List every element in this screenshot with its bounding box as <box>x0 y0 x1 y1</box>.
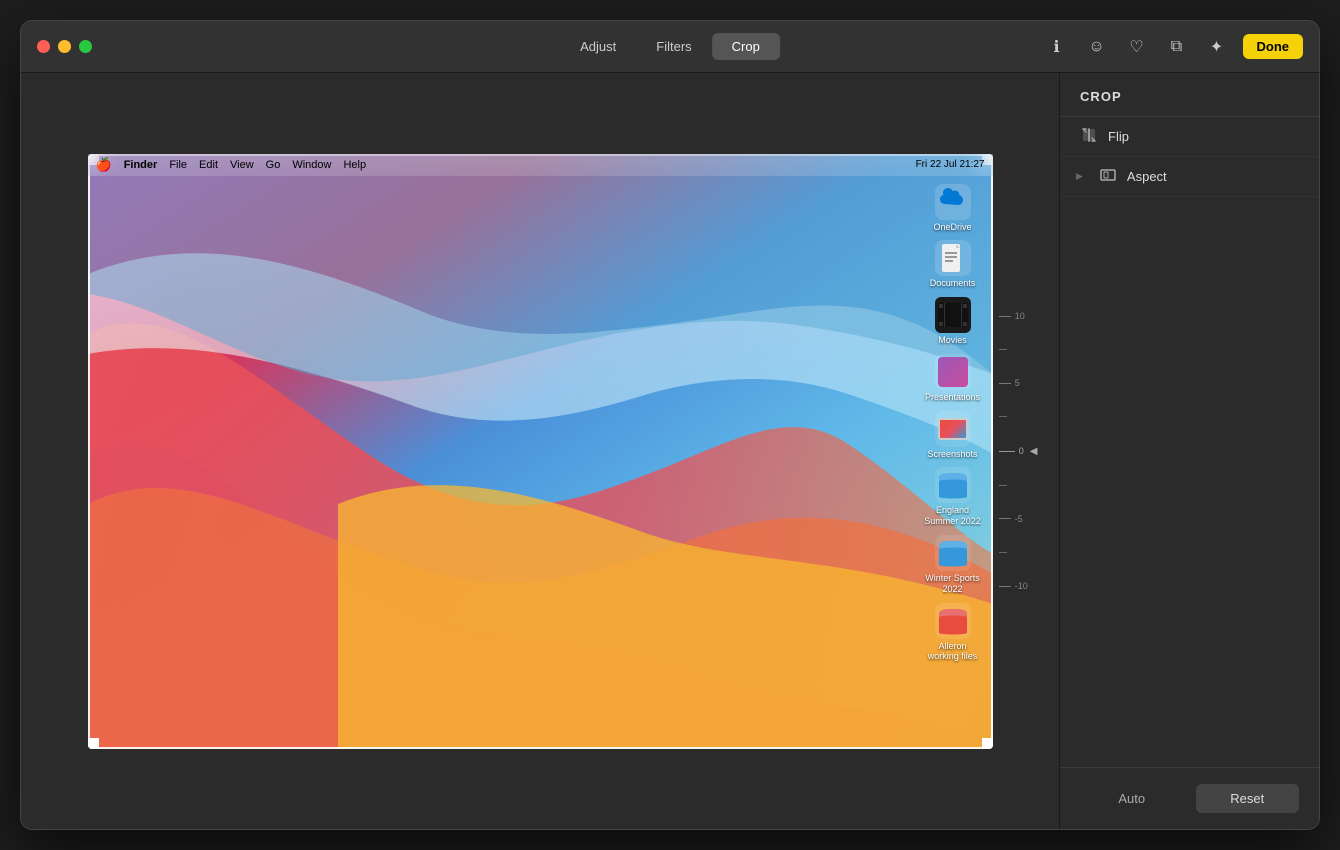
apple-logo: 🍎 <box>96 157 112 173</box>
menu-help: Help <box>343 159 366 171</box>
desktop-screenshot: 🍎 Finder File Edit View Go Window Help F… <box>88 154 993 749</box>
icon-label-winter: Winter Sports 2022 <box>923 573 983 595</box>
minimize-button[interactable] <box>58 40 71 53</box>
panel-item-flip-label: Flip <box>1108 129 1129 144</box>
mac-menubar: 🍎 Finder File Edit View Go Window Help F… <box>88 154 993 176</box>
desktop-icon-alleron[interactable]: Alleron working files <box>923 603 983 663</box>
icon-label-documents: Documents <box>930 278 976 289</box>
desktop-icon-documents[interactable]: Documents <box>923 240 983 289</box>
info-icon[interactable]: ℹ <box>1043 33 1071 61</box>
icon-label-alleron: Alleron working files <box>923 641 983 663</box>
panel-item-flip[interactable]: Flip <box>1060 117 1319 157</box>
desktop-icon-movies[interactable]: Movies <box>923 297 983 346</box>
tab-crop[interactable]: Crop <box>712 33 780 60</box>
menubar-datetime: Fri 22 Jul 21:27 <box>916 159 985 170</box>
desktop-icon-presentations[interactable]: Presentations <box>923 354 983 403</box>
duplicate-icon[interactable]: ⧉ <box>1163 33 1191 61</box>
auto-button[interactable]: Auto <box>1080 784 1184 813</box>
panel-item-aspect[interactable]: ▶ Aspect <box>1060 157 1319 197</box>
icon-label-england: England Summer 2022 <box>923 505 983 527</box>
tab-group: Adjust Filters Crop <box>560 33 780 60</box>
menu-window: Window <box>292 159 331 171</box>
menubar-left: 🍎 Finder File Edit View Go Window Help <box>96 157 367 173</box>
aspect-chevron-icon: ▶ <box>1076 171 1083 182</box>
flip-icon <box>1080 127 1098 146</box>
desktop-icon-onedrive[interactable]: OneDrive <box>923 184 983 233</box>
desktop-icon-england[interactable]: England Summer 2022 <box>923 467 983 527</box>
panel-title: CROP <box>1060 73 1319 117</box>
traffic-lights <box>37 40 92 53</box>
tab-filters[interactable]: Filters <box>636 33 711 60</box>
heart-icon[interactable]: ♡ <box>1123 33 1151 61</box>
desktop-icons: OneDrive Documents <box>923 184 983 663</box>
menu-view: View <box>230 159 254 171</box>
toolbar-right: ℹ ☺ ♡ ⧉ ✦ Done <box>1043 33 1304 61</box>
icon-label-onedrive: OneDrive <box>933 222 971 233</box>
titlebar: Adjust Filters Crop ℹ ☺ ♡ ⧉ ✦ Done <box>21 21 1319 73</box>
icon-label-presentations: Presentations <box>925 392 980 403</box>
reset-button[interactable]: Reset <box>1196 784 1300 813</box>
aspect-icon <box>1099 167 1117 186</box>
maximize-button[interactable] <box>79 40 92 53</box>
menu-go: Go <box>266 159 281 171</box>
magic-wand-icon[interactable]: ✦ <box>1203 33 1231 61</box>
tab-adjust[interactable]: Adjust <box>560 33 636 60</box>
menubar-right: Fri 22 Jul 21:27 <box>916 159 985 170</box>
rotation-slider[interactable]: 10 5 <box>999 291 1038 611</box>
canvas-area: 🍎 Finder File Edit View Go Window Help F… <box>21 73 1059 829</box>
panel-item-aspect-label: Aspect <box>1127 169 1167 184</box>
done-button[interactable]: Done <box>1243 34 1304 59</box>
right-panel: CROP Flip ▶ <box>1059 73 1319 829</box>
face-icon[interactable]: ☺ <box>1083 33 1111 61</box>
menu-edit: Edit <box>199 159 218 171</box>
desktop-icon-screenshots[interactable]: Screenshots <box>923 411 983 460</box>
desktop-background: 🍎 Finder File Edit View Go Window Help F… <box>88 154 993 749</box>
app-window: Adjust Filters Crop ℹ ☺ ♡ ⧉ ✦ Done <box>20 20 1320 830</box>
desktop-icon-winter[interactable]: Winter Sports 2022 <box>923 535 983 595</box>
panel-bottom: Auto Reset <box>1060 767 1319 829</box>
image-container: 🍎 Finder File Edit View Go Window Help F… <box>88 154 993 749</box>
icon-label-screenshots: Screenshots <box>927 449 977 460</box>
menu-finder: Finder <box>124 159 158 171</box>
menu-file: File <box>169 159 187 171</box>
icon-label-movies: Movies <box>938 335 967 346</box>
main-content: 🍎 Finder File Edit View Go Window Help F… <box>21 73 1319 829</box>
close-button[interactable] <box>37 40 50 53</box>
